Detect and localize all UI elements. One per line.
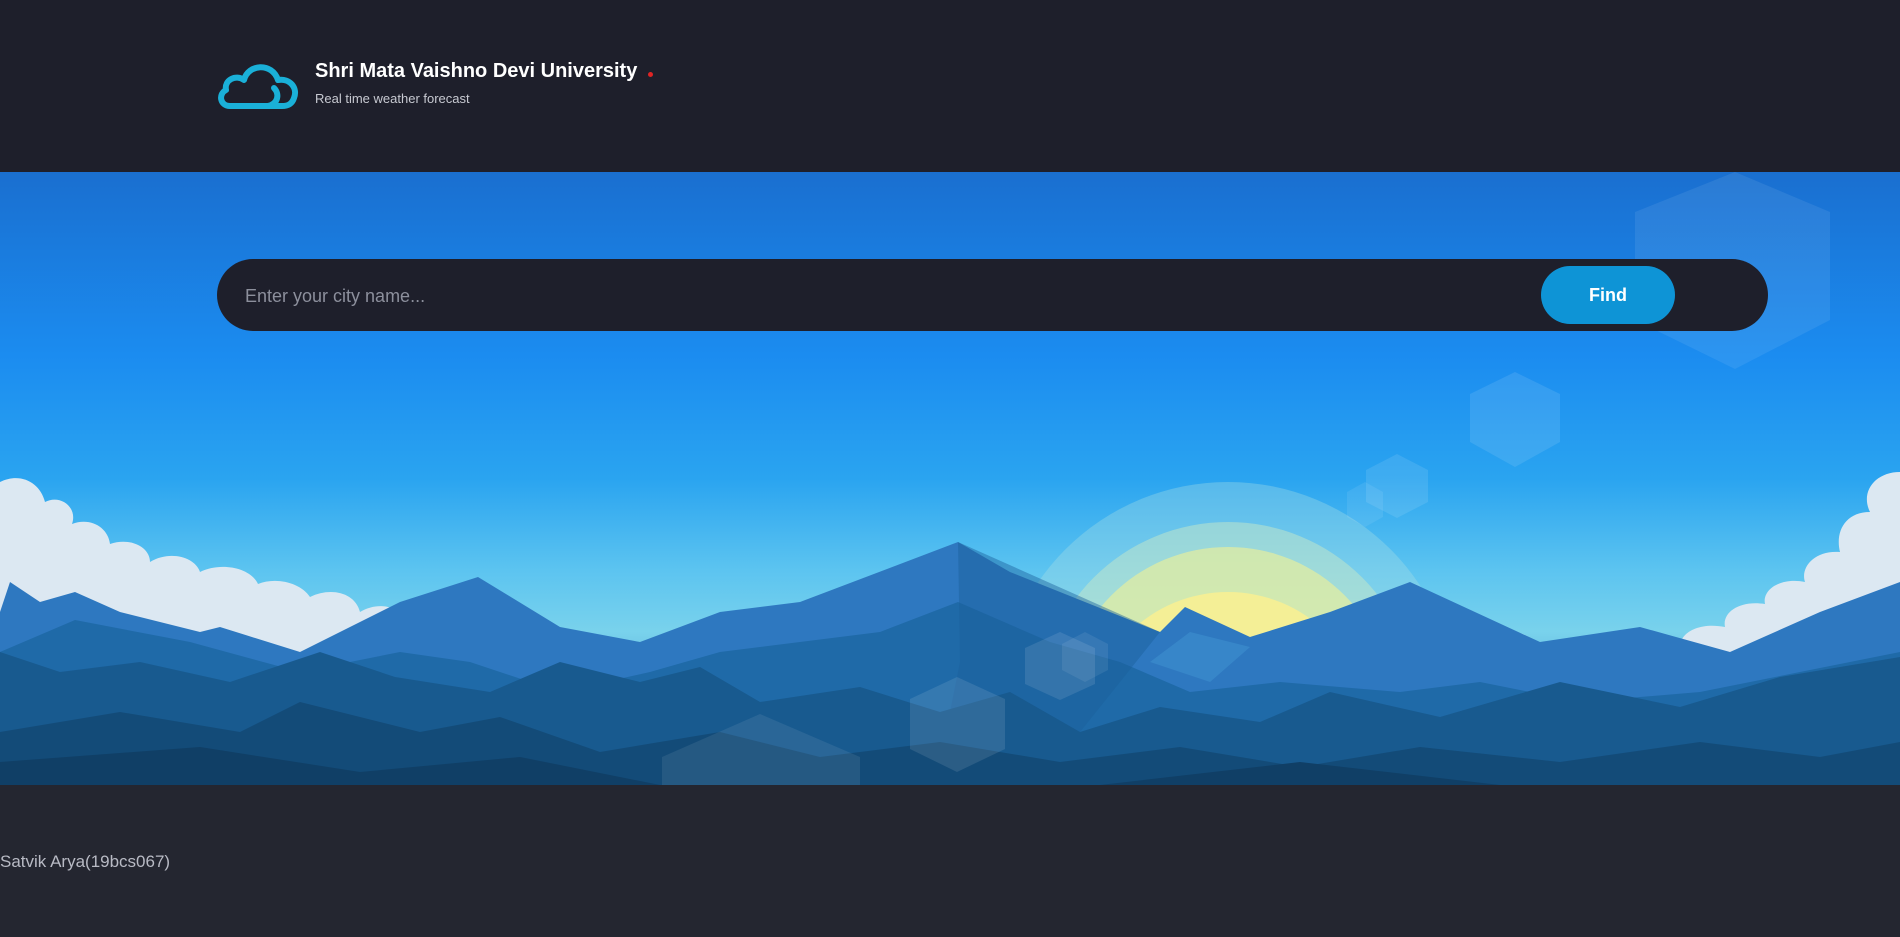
page-footer: Satvik Arya(19bcs067) [0,785,1900,937]
city-search-input[interactable] [243,277,1497,315]
author-credit: Satvik Arya(19bcs067) [0,852,171,871]
site-header: Shri Mata Vaishno Devi University Real t… [0,0,1900,172]
site-subtitle: Real time weather forecast [315,91,470,106]
search-bar: Find [217,259,1768,331]
hero-banner: Find [0,172,1900,785]
cloud-icon[interactable] [216,58,300,112]
find-button[interactable]: Find [1541,266,1675,324]
status-dot [648,72,653,77]
site-title: Shri Mata Vaishno Devi University [315,60,638,82]
